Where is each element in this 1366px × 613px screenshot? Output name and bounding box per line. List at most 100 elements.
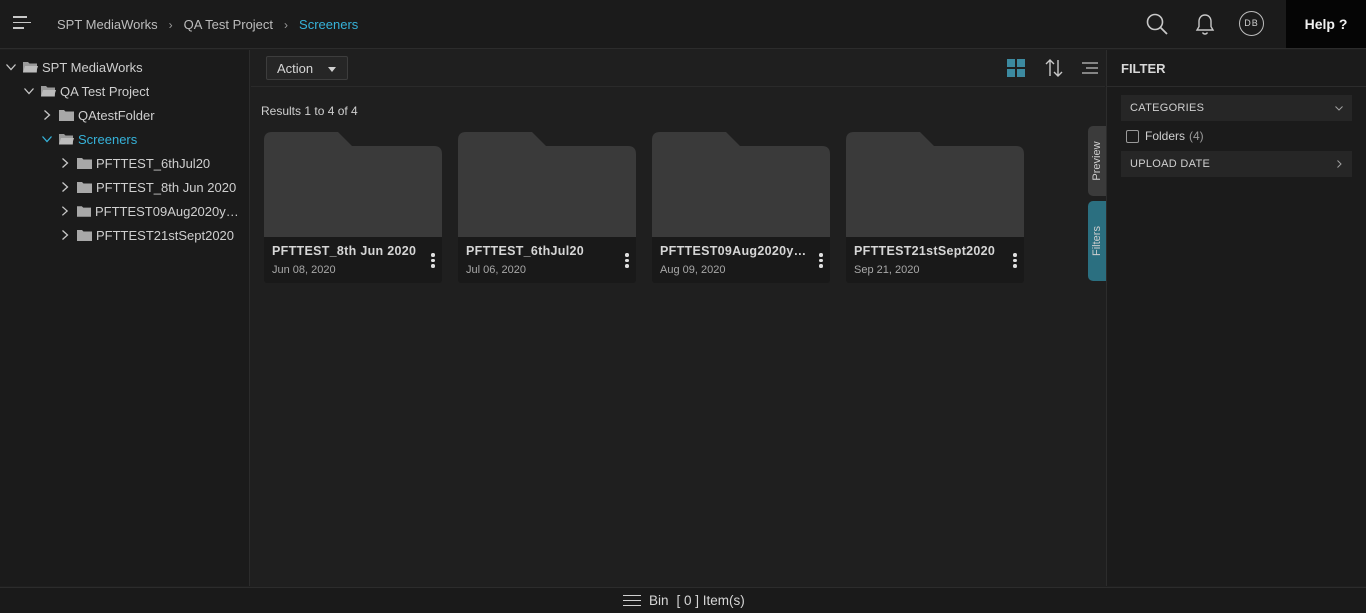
sort-icon[interactable] (1044, 58, 1064, 78)
more-options-icon[interactable] (1012, 253, 1018, 269)
chevron-down-icon[interactable] (5, 61, 17, 73)
search-icon[interactable] (1145, 12, 1169, 36)
bin-count: [ 0 ] Item(s) (676, 593, 745, 608)
tree-item-screeners[interactable]: Screeners (41, 129, 137, 149)
chevron-right-icon[interactable] (59, 229, 71, 241)
tree-item-pfttest09aug2020[interactable]: PFTTEST09Aug2020yett... (59, 201, 245, 221)
more-options-icon[interactable] (430, 253, 436, 269)
upload-date-label: UPLOAD DATE (1130, 158, 1211, 170)
categories-label: CATEGORIES (1130, 102, 1205, 114)
tab-preview[interactable]: Preview (1088, 126, 1106, 196)
card-info: PFTTEST_6thJul20 Jul 06, 2020 (458, 237, 636, 283)
list-view-icon[interactable] (1080, 58, 1100, 78)
caret-down-icon (328, 67, 336, 72)
tree-item-qatestfolder[interactable]: QAtestFolder (41, 105, 155, 125)
folder-card[interactable]: PFTTEST09Aug2020yett... Aug 09, 2020 (652, 132, 830, 283)
divider (1107, 86, 1366, 87)
tree-item-label: PFTTEST_8th Jun 2020 (96, 179, 237, 195)
breadcrumb: SPT MediaWorks › QA Test Project › Scree… (57, 17, 358, 32)
folder-card[interactable]: PFTTEST_8th Jun 2020 Jun 08, 2020 (264, 132, 442, 283)
card-title: PFTTEST_6thJul20 (466, 244, 585, 258)
main-content: Action Results 1 to 4 of 4 PFTTEST_8th J… (251, 50, 1105, 586)
tree-item-label: PFTTEST09Aug2020yett... (94, 203, 245, 219)
filter-title: FILTER (1121, 61, 1166, 76)
card-date: Jun 08, 2020 (272, 264, 336, 276)
tree-item-label: PFTTEST21stSept2020 (96, 227, 235, 243)
tree-item-pfttest21stsept2020[interactable]: PFTTEST21stSept2020 (59, 225, 234, 245)
upload-date-facet[interactable]: UPLOAD DATE (1121, 151, 1352, 177)
chevron-right-icon: › (168, 17, 173, 32)
folder-icon (77, 182, 92, 193)
folders-count: (4) (1189, 129, 1204, 143)
bin-label: Bin (649, 593, 669, 608)
bottom-bar: Bin [ 0 ] Item(s) (0, 587, 1366, 613)
folder-icon (76, 206, 91, 217)
avatar[interactable]: DB (1239, 11, 1264, 36)
folder-thumbnail-icon (846, 132, 1024, 238)
chevron-down-icon (1335, 106, 1343, 111)
folder-thumbnail-icon (264, 132, 442, 238)
chevron-right-icon[interactable] (59, 181, 71, 193)
card-title: PFTTEST21stSept2020 (854, 244, 996, 258)
tree-item-pfttest-6thjul20[interactable]: PFTTEST_6thJul20 (59, 153, 210, 173)
tree-item-pfttest-8th-jun-2020[interactable]: PFTTEST_8th Jun 2020 (59, 177, 236, 197)
more-options-icon[interactable] (624, 253, 630, 269)
chevron-down-icon[interactable] (23, 85, 35, 97)
folder-thumbnail-icon (652, 132, 830, 238)
more-options-icon[interactable] (818, 253, 824, 269)
chevron-right-icon[interactable] (59, 157, 71, 169)
folder-icon (77, 230, 92, 241)
tree-item-qa-test-project[interactable]: QA Test Project (23, 81, 149, 101)
breadcrumb-item-screeners[interactable]: Screeners (299, 17, 358, 32)
tab-preview-label: Preview (1091, 141, 1103, 181)
toolbar: Action (251, 50, 1105, 87)
categories-facet[interactable]: CATEGORIES (1121, 95, 1352, 121)
folder-icon (59, 110, 74, 121)
action-label: Action (277, 60, 314, 76)
tree-item-label: Screeners (78, 131, 138, 147)
card-title: PFTTEST09Aug2020yett... (660, 244, 808, 258)
breadcrumb-item-spt-mediaworks[interactable]: SPT MediaWorks (57, 17, 158, 32)
tree-item-label: QAtestFolder (78, 107, 155, 123)
grid-view-icon[interactable] (1006, 58, 1026, 78)
chevron-right-icon (1337, 160, 1342, 168)
tab-filters[interactable]: Filters (1088, 201, 1106, 281)
chevron-down-icon[interactable] (41, 133, 53, 145)
chevron-right-icon: › (284, 17, 289, 32)
tree-item-spt-mediaworks[interactable]: SPT MediaWorks (5, 57, 143, 77)
card-date: Aug 09, 2020 (660, 264, 726, 276)
tree-item-label: PFTTEST_6thJul20 (96, 155, 211, 171)
folders-checkbox[interactable] (1126, 129, 1139, 143)
card-info: PFTTEST21stSept2020 Sep 21, 2020 (846, 237, 1024, 283)
folder-card[interactable]: PFTTEST21stSept2020 Sep 21, 2020 (846, 132, 1024, 283)
help-button[interactable]: Help ? (1286, 0, 1366, 48)
open-folder-icon (41, 86, 56, 97)
folder-card[interactable]: PFTTEST_6thJul20 Jul 06, 2020 (458, 132, 636, 283)
breadcrumb-item-qa-test-project[interactable]: QA Test Project (184, 17, 273, 32)
tree-item-label: QA Test Project (60, 83, 150, 99)
bin-toggle[interactable]: Bin [ 0 ] Item(s) (623, 593, 745, 608)
card-info: PFTTEST09Aug2020yett... Aug 09, 2020 (652, 237, 830, 283)
filter-panel: FILTER CATEGORIES Folders (4) UPLOAD DAT… (1106, 50, 1366, 586)
card-info: PFTTEST_8th Jun 2020 Jun 08, 2020 (264, 237, 442, 283)
open-folder-icon (59, 134, 74, 145)
top-bar: SPT MediaWorks › QA Test Project › Scree… (0, 0, 1366, 49)
results-count: Results 1 to 4 of 4 (261, 104, 358, 118)
bell-icon[interactable] (1193, 12, 1217, 36)
hamburger-icon (623, 594, 641, 607)
tab-filters-label: Filters (1091, 226, 1103, 256)
tree-item-label: SPT MediaWorks (42, 59, 143, 75)
chevron-right-icon[interactable] (59, 205, 71, 217)
card-date: Sep 21, 2020 (854, 264, 920, 276)
folders-label: Folders (1145, 129, 1186, 143)
card-date: Jul 06, 2020 (466, 264, 526, 276)
open-folder-icon (23, 62, 38, 73)
hamburger-menu-icon[interactable] (13, 16, 31, 32)
folder-icon (77, 158, 92, 169)
folder-thumbnail-icon (458, 132, 636, 238)
folder-tree: SPT MediaWorks QA Test Project QAtestFol… (0, 50, 250, 586)
chevron-right-icon[interactable] (41, 109, 53, 121)
action-dropdown[interactable]: Action (266, 56, 348, 80)
card-title: PFTTEST_8th Jun 2020 (272, 244, 417, 258)
folders-filter-option[interactable]: Folders (4) (1126, 129, 1204, 143)
